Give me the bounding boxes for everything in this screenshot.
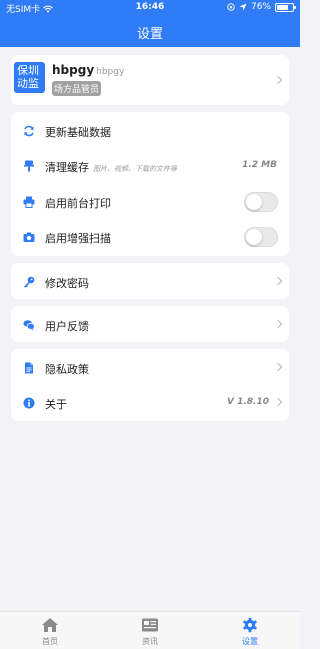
settings-group-general: 更新基础数据 清理缓存 图片、视频、下载的文件等 1.2 MB 启用前台打印 启… (11, 112, 289, 256)
profile-card[interactable]: 保圳 动监 hbpgy hbpgy 场方品管员 (11, 55, 289, 105)
settings-group-password: 修改密码 (11, 263, 289, 299)
clear-cache-label-line: 清理缓存 图片、视频、下载的文件等 (45, 159, 177, 175)
tab-settings-label: 设置 (242, 637, 258, 646)
cache-size: 1.2 MB (242, 160, 277, 170)
logo-line-2: 动监 (17, 77, 39, 90)
key-icon (23, 276, 35, 288)
tab-news[interactable]: 资讯 (100, 612, 200, 649)
clear-cache-row[interactable]: 清理缓存 图片、视频、下载的文件等 1.2 MB (11, 147, 289, 184)
battery-icon (275, 2, 296, 12)
tab-settings[interactable]: 设置 (200, 612, 300, 649)
update-data-row[interactable]: 更新基础数据 (11, 112, 289, 149)
camera-icon (23, 231, 35, 243)
status-bar: 无SIM卡 16:46 76% (0, 0, 300, 16)
info-icon (23, 397, 35, 409)
about-label: 关于 (45, 398, 67, 411)
update-data-label: 更新基础数据 (45, 126, 111, 139)
enhanced-scan-label: 启用增强扫描 (45, 232, 111, 245)
enhanced-scan-row: 启用增强扫描 (11, 218, 289, 255)
role-badge: 场方品管员 (52, 81, 102, 96)
news-icon (142, 618, 158, 632)
gear-icon (243, 617, 257, 633)
about-row[interactable]: 关于 V 1.8.10 (11, 384, 289, 421)
refresh-icon (23, 125, 35, 137)
tab-home-label: 首页 (42, 637, 58, 646)
page-title: 设置 (136, 27, 163, 42)
tab-home[interactable]: 首页 (0, 612, 100, 649)
change-password-label: 修改密码 (45, 277, 89, 290)
user-name-line: hbpgy hbpgy (52, 63, 124, 77)
front-print-toggle[interactable] (244, 192, 278, 212)
tab-news-label: 资讯 (142, 637, 158, 646)
chevron-right-icon (273, 397, 283, 407)
chevron-right-icon (273, 319, 283, 329)
privacy-label: 隐私政策 (45, 363, 89, 376)
front-print-row: 启用前台打印 (11, 183, 289, 220)
app-logo: 保圳 动监 (14, 62, 45, 93)
chevron-right-icon (273, 75, 283, 85)
orientation-lock-icon (227, 3, 235, 11)
battery-percent: 76% (250, 2, 271, 12)
tab-bar: 首页 资讯 设置 (0, 611, 300, 649)
app-header: 无SIM卡 16:46 76% 设置 (0, 0, 300, 47)
user-name: hbpgy (52, 63, 95, 77)
toggle-knob (246, 194, 262, 210)
settings-group-feedback: 用户反馈 (11, 306, 289, 342)
chevron-right-icon (273, 362, 283, 372)
front-print-label: 启用前台打印 (45, 197, 111, 210)
logo-line-1: 保圳 (17, 64, 39, 77)
user-id: hbpgy (96, 67, 125, 77)
chevron-right-icon (273, 276, 283, 286)
enhanced-scan-toggle[interactable] (244, 227, 278, 247)
privacy-row[interactable]: 隐私政策 (11, 349, 289, 386)
location-icon (239, 3, 247, 11)
document-icon (23, 362, 35, 374)
feedback-label: 用户反馈 (45, 320, 89, 333)
home-icon (42, 618, 58, 632)
settings-group-info: 隐私政策 关于 V 1.8.10 (11, 349, 289, 421)
change-password-row[interactable]: 修改密码 (11, 263, 289, 300)
clear-cache-hint: 图片、视频、下载的文件等 (93, 165, 177, 173)
app-version: V 1.8.10 (227, 397, 269, 407)
printer-icon (23, 196, 35, 208)
clear-cache-label: 清理缓存 (45, 161, 89, 174)
battery-fill (277, 4, 288, 10)
chat-icon (23, 319, 35, 331)
toggle-knob (246, 229, 262, 245)
broom-icon (23, 160, 35, 172)
feedback-row[interactable]: 用户反馈 (11, 306, 289, 343)
